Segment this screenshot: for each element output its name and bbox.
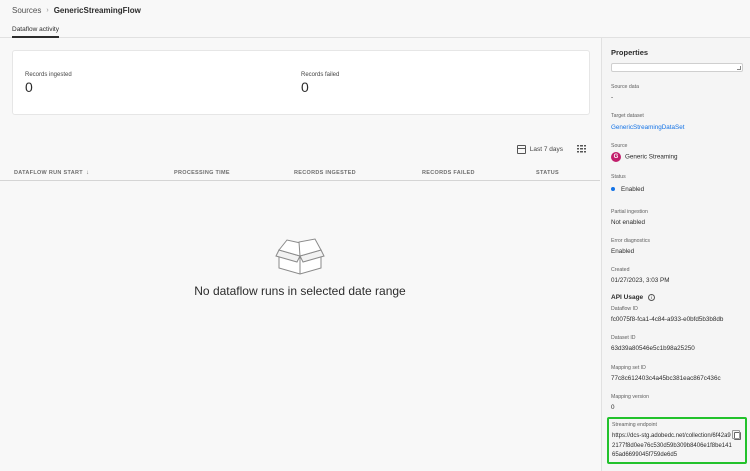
created-label: Created [611,267,630,273]
status-label: Status [611,174,626,180]
dataflow-id-label: Dataflow ID [611,306,638,312]
error-diagnostics-label: Error diagnostics [611,238,650,244]
metric-records-ingested: Records ingested 0 [25,72,72,95]
column-header-processing-time[interactable]: PROCESSING TIME [174,170,230,176]
metric-value: 0 [301,79,309,95]
breadcrumb: Sources › GenericStreamingFlow [12,6,141,15]
column-settings-icon[interactable] [577,145,586,154]
empty-box-icon [275,238,325,275]
source-value: G Generic Streaming [611,152,678,162]
source-label: Source [611,143,628,149]
info-icon[interactable]: i [648,294,656,301]
breadcrumb-sources-link[interactable]: Sources [12,6,41,15]
streaming-endpoint-value: https://dcs-stg.adobedc.net/collection/6… [612,433,732,458]
table-header: DATAFLOW RUN START ↓ PROCESSING TIME RECO… [0,166,600,181]
target-dataset-link[interactable]: GenericStreamingDataSet [611,124,685,131]
arrow-down-icon[interactable]: ↓ [86,170,89,176]
chevron-right-icon: › [46,7,49,14]
mapping-version-value: 0 [611,404,615,411]
calendar-icon[interactable] [516,145,526,154]
main-panel: Records ingested 0 Records failed 0 Last… [0,38,600,471]
top-bar: Sources › GenericStreamingFlow Dataflow … [0,0,750,38]
metric-records-failed: Records failed 0 [301,72,339,95]
dataset-id-label: Dataset ID [611,335,636,341]
date-range-label[interactable]: Last 7 days [530,146,563,153]
metric-label: Records ingested [25,72,72,78]
source-logo-icon: G [611,152,621,162]
mapping-version-label: Mapping version [611,394,650,400]
resize-handle-icon[interactable] [737,66,741,70]
metric-value: 0 [25,79,33,95]
created-value: 01/27/2023, 3:03 PM [611,277,670,284]
description-textarea[interactable] [611,63,743,72]
column-header-status[interactable]: STATUS [536,170,559,176]
mapping-set-id-value: 77c8c612403c4a45bc381eac867c436c [611,375,721,382]
tab-dataflow-activity[interactable]: Dataflow activity [12,26,59,38]
breadcrumb-current: GenericStreamingFlow [53,6,141,15]
column-header-run-start[interactable]: DATAFLOW RUN START ↓ [14,170,89,176]
column-header-records-ingested[interactable]: RECORDS INGESTED [294,170,356,176]
streaming-endpoint-highlight: Streaming endpoint https://dcs-stg.adobe… [607,417,747,464]
status-dot-icon [611,187,615,192]
dataset-id-value: 63d39a80546e5c1b98a25250 [611,345,695,352]
metrics-card: Records ingested 0 Records failed 0 [12,50,590,115]
metric-label: Records failed [301,72,340,78]
source-name: Generic Streaming [625,153,678,161]
date-filter[interactable]: Last 7 days [516,145,586,154]
error-diagnostics-value: Enabled [611,248,635,255]
source-data-value: - [611,94,614,101]
partial-ingestion-label: Partial ingestion [611,209,648,215]
api-usage-title: API Usage i [611,294,656,301]
copy-icon[interactable] [732,430,741,440]
empty-state: No dataflow runs in selected date range [0,238,600,298]
status-text: Enabled [621,186,645,193]
source-data-label: Source data [611,84,639,90]
empty-state-message: No dataflow runs in selected date range [194,284,406,298]
partial-ingestion-value: Not enabled [611,219,645,226]
target-dataset-label: Target dataset [611,113,644,119]
properties-title: Properties [611,48,649,57]
properties-panel: Properties Source data - Target dataset … [601,38,750,471]
status-value: Enabled [611,186,644,193]
column-header-records-failed[interactable]: RECORDS FAILED [422,170,475,176]
streaming-endpoint-label: Streaming endpoint [612,422,657,428]
dataflow-id-value: fc0075f8-fca1-4c84-a933-e0bfd5b3b8db [611,316,724,323]
mapping-set-id-label: Mapping set ID [611,365,646,371]
